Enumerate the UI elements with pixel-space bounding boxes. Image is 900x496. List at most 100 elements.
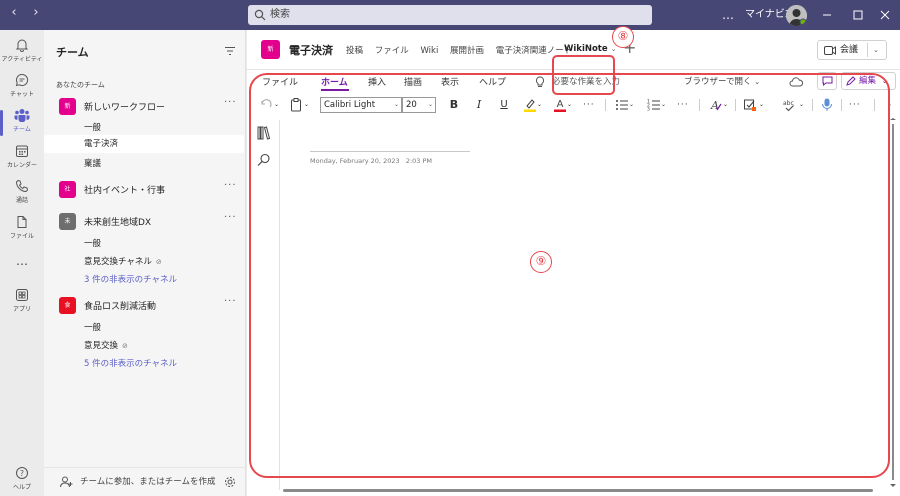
rail-label: チーム: [13, 126, 31, 133]
team-item[interactable]: 食 食品ロス削減活動 ···: [44, 295, 246, 317]
team-icon: 食: [59, 297, 76, 314]
team-more-button[interactable]: ···: [224, 180, 237, 191]
people-add-icon: [60, 476, 73, 488]
tab-wikinote-label: WikiNote: [564, 44, 608, 54]
rail-label: チャット: [10, 91, 34, 98]
rail-calls[interactable]: 通話: [0, 179, 44, 204]
team-more-button[interactable]: ···: [224, 97, 237, 108]
team-item[interactable]: 社 社内イベント・行事 ···: [44, 179, 246, 201]
calendar-icon: [16, 145, 28, 157]
title-bar: ‹ › 検索 … マイナビ365: [0, 0, 900, 30]
team-name: 未来創生地域DX: [84, 218, 152, 228]
rail-more-button[interactable]: …: [0, 254, 44, 268]
rail-activity[interactable]: アクティビティ: [0, 38, 44, 63]
meet-label: 会議: [840, 45, 859, 55]
search-icon: [254, 9, 266, 21]
horizontal-scrollbar[interactable]: [283, 489, 873, 492]
rail-label: ファイル: [9, 233, 34, 240]
chat-icon: [15, 73, 29, 87]
rail-label: アプリ: [12, 306, 31, 313]
rail-label: 通話: [15, 197, 28, 204]
rail-files[interactable]: ファイル: [0, 215, 44, 240]
search-input[interactable]: 検索: [248, 5, 652, 25]
rail-label: アクティビティ: [1, 56, 43, 63]
rail-help[interactable]: ? ヘルプ: [0, 466, 44, 491]
channel-item-selected[interactable]: 電子決済: [44, 135, 244, 153]
vertical-scrollbar[interactable]: [889, 118, 897, 488]
channel-name: 意見交換チャネル: [84, 257, 152, 267]
channel-tabs: 投稿 ファイル Wiki 展開計画 電子決済関連ノート: [346, 44, 581, 56]
svg-text:?: ?: [20, 469, 24, 478]
section-label: あなたのチーム: [56, 81, 105, 89]
team-item[interactable]: 未 未来創生地域DX ···: [44, 211, 246, 233]
hidden-channels-link[interactable]: 3 件の非表示のチャネル: [84, 273, 177, 285]
shared-channel-icon: ⊘: [155, 258, 162, 266]
panel-title: チーム: [56, 46, 89, 59]
team-icon: 社: [59, 181, 76, 198]
rail-chat[interactable]: チャット: [0, 73, 44, 98]
team-name: 食品ロス削減活動: [84, 302, 157, 312]
filter-icon[interactable]: [224, 46, 236, 56]
tab-rollout-plan[interactable]: 展開計画: [450, 46, 484, 56]
main-area: 新 電子決済 投稿 ファイル Wiki 展開計画 電子決済関連ノート WikiN…: [247, 26, 900, 496]
annotation-highlight-content: [249, 73, 890, 478]
hidden-channels-link[interactable]: 5 件の非表示のチャネル: [84, 357, 177, 369]
chevron-down-icon[interactable]: ⌄: [611, 45, 617, 53]
rail-teams[interactable]: チーム: [0, 108, 44, 136]
teams-window: ‹ › 検索 … マイナビ365 アクティビティ チャット チーム カレンダー …: [0, 0, 900, 496]
team-icon: 新: [59, 98, 76, 115]
rail-calendar[interactable]: カレンダー: [0, 144, 44, 169]
channel-team-icon: 新: [261, 40, 280, 59]
annotation-marker-9: ⑨: [530, 251, 552, 273]
file-icon: [17, 216, 27, 228]
channel-name: 意見交換: [84, 341, 119, 351]
team-more-button[interactable]: ···: [224, 296, 237, 307]
team-name: 社内イベント・行事: [84, 186, 166, 196]
active-indicator: [0, 110, 3, 136]
forward-button[interactable]: ›: [26, 5, 46, 20]
tab-wiki[interactable]: Wiki: [420, 46, 438, 56]
meet-button[interactable]: 会議 ⌄: [817, 40, 887, 60]
teams-icon: [14, 109, 30, 122]
avatar[interactable]: [786, 5, 807, 26]
apps-icon: [16, 289, 28, 301]
annotation-marker-8: ⑧: [612, 26, 634, 48]
tab-posts[interactable]: 投稿: [346, 46, 363, 56]
help-icon: ?: [16, 467, 28, 479]
phone-icon: [15, 179, 29, 193]
team-name: 新しいワークフロー: [84, 103, 166, 113]
rail-label: ヘルプ: [12, 484, 31, 491]
channel-item[interactable]: 意見交換チャネル ⊘: [84, 255, 162, 267]
tab-files[interactable]: ファイル: [375, 46, 409, 56]
teams-panel: チーム あなたのチーム 新 新しいワークフロー ··· 一般 電子決済 稟議 社…: [44, 30, 246, 496]
channel-item[interactable]: 一般: [84, 321, 101, 333]
bell-icon: [15, 39, 29, 52]
gear-icon[interactable]: [224, 476, 236, 488]
team-more-button[interactable]: ···: [224, 212, 237, 223]
maximize-icon[interactable]: [850, 7, 866, 23]
minimize-icon[interactable]: [819, 7, 835, 23]
channel-item[interactable]: 稟議: [84, 157, 101, 169]
chevron-down-icon[interactable]: ⌄: [873, 41, 879, 59]
channel-item[interactable]: 一般: [84, 237, 101, 249]
video-camera-icon: [824, 46, 836, 55]
close-icon[interactable]: [877, 7, 893, 23]
channel-title: 電子決済: [289, 44, 333, 57]
divider: [867, 43, 868, 57]
more-icon: …: [16, 254, 28, 268]
more-options-button[interactable]: …: [722, 0, 734, 30]
rail-apps[interactable]: アプリ: [0, 288, 44, 313]
shared-channel-icon: ⊘: [122, 342, 128, 350]
team-icon: 未: [59, 213, 76, 230]
app-rail: アクティビティ チャット チーム カレンダー 通話 ファイル … アプリ ? ヘ…: [0, 30, 44, 496]
back-button[interactable]: ‹: [4, 5, 24, 20]
join-create-team[interactable]: チームに参加、またはチームを作成: [44, 467, 246, 495]
tab-wikinote[interactable]: WikiNote ⌄: [564, 44, 617, 54]
rail-label: カレンダー: [6, 162, 37, 169]
search-placeholder: 検索: [270, 9, 290, 20]
join-create-label: チームに参加、またはチームを作成: [80, 477, 216, 487]
channel-item[interactable]: 意見交換 ⊘: [84, 339, 128, 351]
user-avatar-icon: [786, 5, 807, 26]
team-item[interactable]: 新 新しいワークフロー ···: [44, 96, 246, 118]
channel-item[interactable]: 一般: [84, 121, 101, 133]
